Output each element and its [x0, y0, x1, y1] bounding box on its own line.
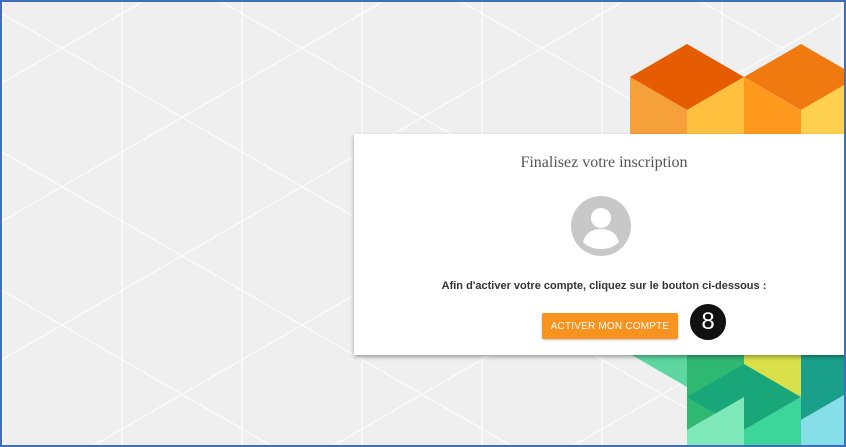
user-circle-icon — [571, 196, 631, 256]
activate-account-button[interactable]: ACTIVER MON COMPTE — [542, 313, 678, 339]
registration-card: Finalisez votre inscription Afin d'activ… — [354, 134, 844, 355]
green-hexagons — [630, 354, 844, 445]
card-title: Finalisez votre inscription — [520, 154, 688, 171]
activation-instruction: Afin d'activer votre compte, cliquez sur… — [441, 280, 767, 292]
page-frame: Finalisez votre inscription Afin d'activ… — [0, 0, 846, 447]
step-number-badge: 8 — [688, 302, 728, 342]
